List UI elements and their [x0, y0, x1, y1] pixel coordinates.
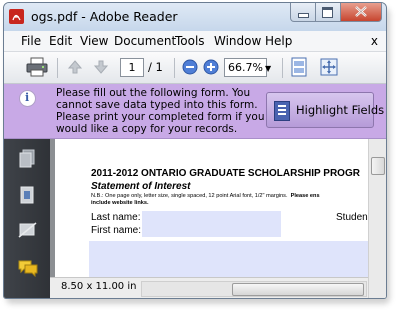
last-name-label: Last name:	[91, 212, 141, 223]
window-controls	[290, 3, 382, 22]
form-message-line: Please fill out the following form. You	[56, 87, 251, 99]
menu-tools[interactable]: Tools	[175, 34, 205, 48]
previous-page-icon[interactable]	[66, 58, 84, 76]
zoom-out-icon[interactable]	[182, 59, 198, 75]
printer-icon[interactable]	[26, 57, 48, 77]
document-note: N.B.: One page only, letter size, single…	[91, 193, 320, 206]
maximize-button[interactable]	[315, 3, 341, 22]
menu-view[interactable]: View	[80, 34, 108, 48]
student-label: Studen	[336, 212, 368, 223]
menu-bar: File Edit View Document Tools Window Hel…	[4, 31, 386, 52]
navigation-pane	[4, 139, 50, 298]
document-viewport[interactable]: 2011-2012 ONTARIO GRADUATE SCHOLARSHIP P…	[50, 139, 368, 277]
pages-icon[interactable]	[18, 149, 36, 169]
menu-document[interactable]: Document	[114, 34, 176, 48]
window-title: ogs.pdf - Adobe Reader	[31, 9, 178, 24]
menu-window[interactable]: Window	[214, 34, 261, 48]
minimize-icon	[298, 13, 309, 18]
chevron-down-icon[interactable]: ▼	[265, 64, 271, 73]
close-button[interactable]	[340, 3, 382, 22]
menu-edit[interactable]: Edit	[49, 34, 72, 48]
reader-window: ogs.pdf - Adobe Reader File Edit View Do…	[3, 2, 387, 299]
pdf-page: 2011-2012 ONTARIO GRADUATE SCHOLARSHIP P…	[55, 139, 368, 277]
document-subtitle: Statement of Interest	[91, 181, 191, 192]
last-name-field[interactable]	[142, 211, 281, 224]
page-total: / 1	[148, 60, 163, 74]
menu-file[interactable]: File	[21, 34, 41, 48]
highlight-fields-icon	[274, 101, 290, 121]
zoom-input[interactable]: 66.7%	[224, 58, 267, 77]
toolbar-separator	[282, 58, 283, 78]
statement-text-field[interactable]	[89, 241, 368, 277]
next-page-icon[interactable]	[92, 58, 110, 76]
signatures-icon[interactable]	[18, 221, 38, 239]
maximize-icon	[322, 7, 333, 18]
form-notification-bar: i Please fill out the following form. Yo…	[4, 84, 386, 139]
horizontal-scrollbar[interactable]	[141, 281, 367, 297]
toolbar-separator	[57, 58, 58, 78]
close-icon	[355, 6, 367, 17]
vertical-scrollbar[interactable]	[368, 139, 386, 298]
first-name-field[interactable]	[142, 224, 281, 237]
highlight-fields-button[interactable]: Highlight Fields	[266, 92, 384, 128]
toolbar: 1 / 1 66.7% ▼	[4, 52, 386, 84]
toolbar-separator	[174, 58, 175, 78]
highlight-fields-label: Highlight Fields	[296, 103, 385, 117]
horizontal-scroll-thumb[interactable]	[232, 283, 364, 296]
adobe-reader-icon	[9, 9, 24, 24]
comments-icon[interactable]	[18, 259, 38, 277]
document-close-button[interactable]: x	[371, 34, 378, 48]
menu-help[interactable]: Help	[265, 34, 292, 48]
attachments-icon[interactable]	[18, 185, 36, 205]
first-name-label: First name:	[91, 225, 142, 236]
page-number-input[interactable]: 1	[120, 58, 144, 77]
form-message-line: Please print your completed form if you	[56, 111, 265, 123]
status-bar: 8.50 x 11.00 in	[50, 277, 368, 298]
page-size-label: 8.50 x 11.00 in	[61, 281, 137, 292]
fit-window-icon[interactable]	[319, 57, 339, 77]
info-icon: i	[19, 90, 36, 107]
vertical-scroll-thumb[interactable]	[371, 157, 385, 175]
document-title: 2011-2012 ONTARIO GRADUATE SCHOLARSHIP P…	[91, 168, 360, 179]
minimize-button[interactable]	[290, 3, 316, 22]
form-message-line: would like a copy for your records.	[56, 123, 238, 135]
scrolling-mode-icon[interactable]	[291, 57, 307, 77]
form-message-line: cannot save data typed into this form.	[56, 99, 258, 111]
zoom-in-icon[interactable]	[203, 59, 219, 75]
title-bar[interactable]: ogs.pdf - Adobe Reader	[4, 3, 386, 31]
